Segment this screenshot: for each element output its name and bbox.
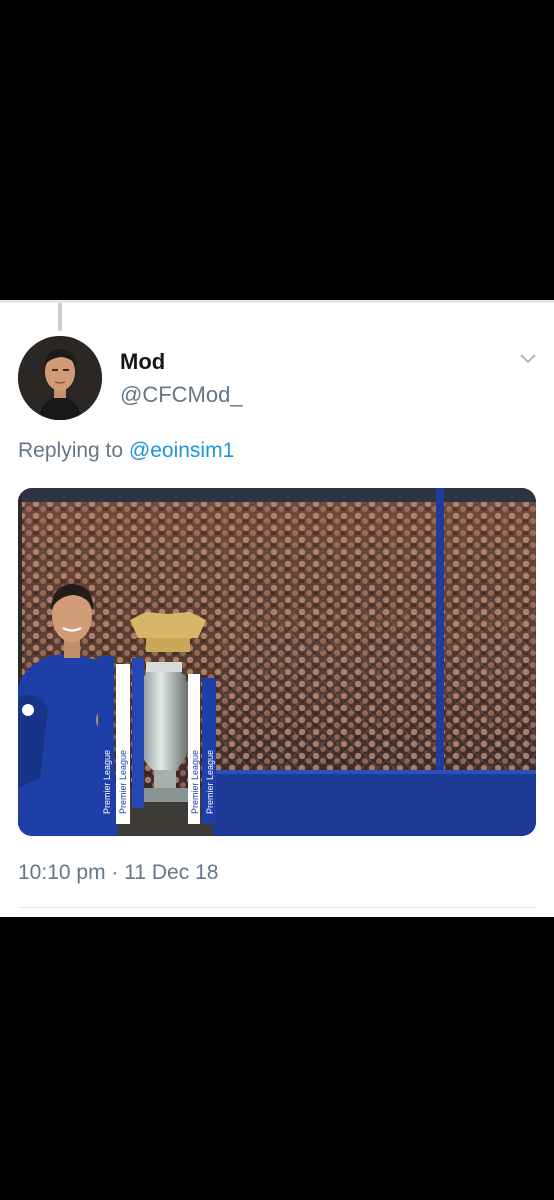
avatar-image <box>18 336 102 420</box>
ribbon-text-4: Premier League <box>205 750 215 814</box>
tweet-image[interactable]: Premier League Premier League Premier Le… <box>18 488 536 836</box>
chevron-down-icon[interactable] <box>518 351 538 367</box>
thread-line <box>58 303 62 331</box>
ribbon-text-2: Premier League <box>118 750 128 814</box>
bottom-letterbox <box>0 917 554 1200</box>
reply-mention-link[interactable]: @eoinsim1 <box>129 439 234 462</box>
tweet-timestamp[interactable]: 10:10 pm · 11 Dec 18 <box>18 861 218 885</box>
replying-to: Replying to @eoinsim1 <box>18 439 234 463</box>
screenshot: Mod @CFCMod_ Replying to @eoinsim1 Premi… <box>0 0 554 1200</box>
ribbon-text-3: Premier League <box>190 750 200 814</box>
display-name[interactable]: Mod <box>120 349 165 375</box>
top-letterbox <box>0 0 554 300</box>
divider <box>18 907 536 908</box>
avatar[interactable] <box>18 336 102 420</box>
tweet-card[interactable]: Mod @CFCMod_ Replying to @eoinsim1 Premi… <box>0 300 554 917</box>
ribbon-text-1: Premier League <box>102 750 112 814</box>
replying-prefix: Replying to <box>18 439 124 462</box>
crowd-trophy-image: Premier League Premier League Premier Le… <box>18 488 536 836</box>
user-handle[interactable]: @CFCMod_ <box>120 382 243 408</box>
